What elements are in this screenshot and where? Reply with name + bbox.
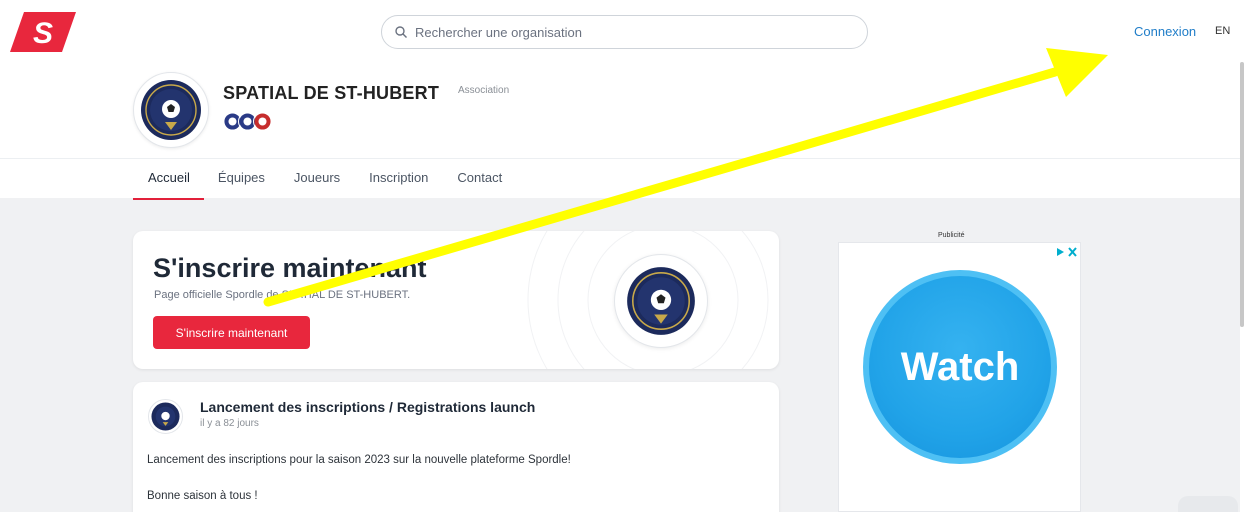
post-body-line: Lancement des inscriptions pour la saiso… [147,454,571,466]
cta-title: S'inscrire maintenant [153,253,427,283]
header-divider [0,158,1240,159]
post-author-avatar [148,399,183,434]
logo-letter: S [33,17,53,50]
post-timestamp: il y a 82 jours [200,418,259,429]
post-body-line: Bonne saison à tous ! [147,490,258,502]
search-input[interactable]: Rechercher une organisation [381,15,868,49]
search-icon [395,26,407,38]
org-nav-tabs: Accueil Équipes Joueurs Inscription Cont… [133,170,531,200]
tab-contact[interactable]: Contact [457,170,502,199]
search-placeholder: Rechercher une organisation [415,24,582,40]
scrollbar-thumb[interactable] [1240,62,1244,327]
registration-cta-card: S'inscrire maintenant Page officielle Sp… [133,231,779,369]
ad-choices-icon[interactable] [1054,246,1078,258]
org-logo [133,72,209,148]
ad-watch-graphic[interactable]: Watch [863,270,1057,464]
tab-accueil[interactable]: Accueil [133,170,204,200]
chat-widget-edge[interactable] [1178,496,1238,512]
tab-inscription[interactable]: Inscription [369,170,428,199]
club-crest-icon [141,80,201,140]
top-bar: S Rechercher une organisation Connexion … [0,0,1244,62]
ad-label: Publicité [938,232,965,239]
advertisement[interactable]: Watch [838,242,1081,512]
tab-equipes[interactable]: Équipes [218,170,265,199]
register-now-button[interactable]: S'inscrire maintenant [153,316,310,349]
tab-joueurs[interactable]: Joueurs [294,170,340,199]
club-badge-icon [253,112,272,131]
spordle-logo[interactable]: S [10,12,76,52]
language-toggle[interactable]: EN [1215,25,1230,37]
login-link[interactable]: Connexion [1134,24,1196,39]
club-crest-icon [627,267,695,335]
post-title[interactable]: Lancement des inscriptions / Registratio… [200,399,535,415]
news-post-card: Lancement des inscriptions / Registratio… [133,382,779,512]
organization-header: SPATIAL DE ST-HUBERT Association Accueil… [0,62,1240,200]
club-crest-icon [151,402,180,431]
ad-text: Watch [900,344,1020,389]
page-scrollbar[interactable] [1240,62,1244,512]
org-badges [223,112,272,131]
org-type-label: Association [458,85,510,96]
cta-subtitle: Page officielle Spordle de SPATIAL DE ST… [154,289,411,301]
org-name: SPATIAL DE ST-HUBERT [223,83,440,103]
cta-org-logo [614,254,708,348]
